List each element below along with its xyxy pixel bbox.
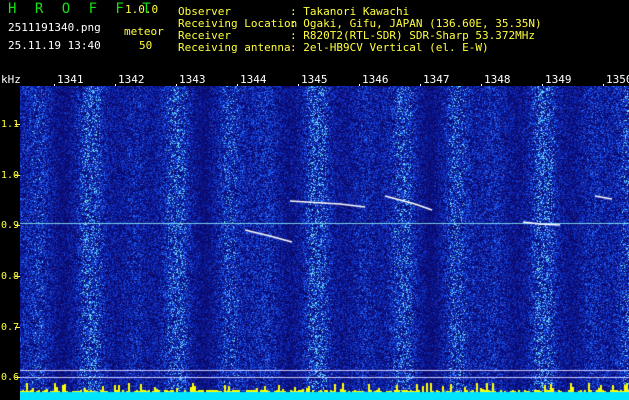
time-tick-label: 1348 [484,73,511,86]
time-tick-label: 1343 [179,73,206,86]
frequency-axis: 1.1 1.0 0.9 0.8 0.7 0.6 [0,86,20,400]
time-tick-label: 1350 [606,73,629,86]
time-tick-label: 1345 [301,73,328,86]
time-tick-label: 1347 [423,73,450,86]
app-version: 1.0.0 [125,3,159,16]
spectrogram-display [20,86,629,400]
file-name: 2511191340.png [8,21,101,34]
station-info-values: : Takanori Kawachi : Ogaki, Gifu, JAPAN … [290,5,542,54]
capture-datetime: 25.11.19 13:40 [8,39,101,52]
header-panel: H R O F F T 1.0.0 2511191340.png 25.11.1… [0,0,629,72]
meteor-label: meteor [124,25,164,38]
time-tick-label: 1344 [240,73,267,86]
time-tick-label: 1346 [362,73,389,86]
time-tick-label: 1349 [545,73,572,86]
time-tick-label: 1342 [118,73,145,86]
time-tick-label: 1341 [57,73,84,86]
station-info-labels: Observer Receiving Location Receiver Rec… [178,5,298,54]
meteor-count: 50 [139,39,153,52]
